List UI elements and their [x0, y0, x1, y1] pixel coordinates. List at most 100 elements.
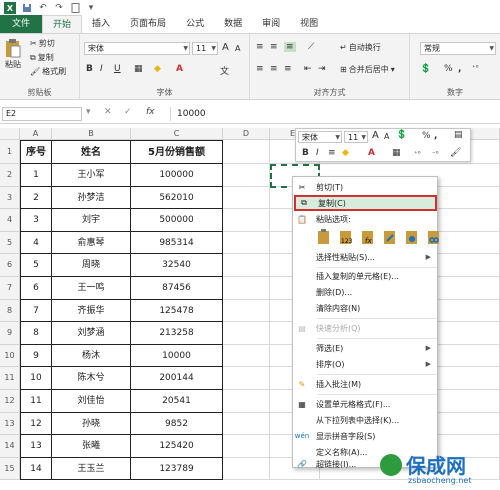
- table-cell[interactable]: 200144: [131, 367, 223, 390]
- tab-home[interactable]: 开始: [42, 15, 83, 33]
- cancel-icon[interactable]: ✕: [104, 107, 112, 117]
- mini-format-painter-icon[interactable]: 🖌: [450, 148, 461, 158]
- menu-item-filter[interactable]: 筛选(E) ▶: [294, 340, 437, 356]
- mini-shrink-font-icon[interactable]: A: [384, 132, 389, 141]
- table-cell[interactable]: 王一鸣: [52, 277, 131, 300]
- header-cell[interactable]: 姓名: [52, 140, 131, 164]
- table-cell[interactable]: 12: [20, 412, 52, 436]
- row-header[interactable]: 11: [0, 367, 20, 390]
- table-cell[interactable]: 10000: [131, 344, 223, 368]
- table-cell[interactable]: 王玉兰: [52, 457, 131, 481]
- tab-formulas[interactable]: 公式: [176, 15, 214, 33]
- column-header[interactable]: A: [20, 128, 52, 140]
- table-cell[interactable]: 14: [20, 457, 52, 481]
- column-header[interactable]: D: [223, 128, 270, 140]
- column-header[interactable]: C: [131, 128, 223, 140]
- tab-view[interactable]: 视图: [290, 15, 328, 33]
- mini-size-combo[interactable]: 11 ▼: [344, 131, 368, 143]
- table-cell[interactable]: 213258: [131, 322, 223, 345]
- align-left-icon[interactable]: ≡: [256, 64, 264, 74]
- percent-button[interactable]: %: [444, 64, 453, 74]
- empty-cell[interactable]: [223, 164, 270, 187]
- menu-item-copy[interactable]: ⧉ 复制(C): [294, 195, 437, 211]
- menu-item-paste-special[interactable]: 选择性粘贴(S)... ▶: [294, 249, 437, 265]
- table-cell[interactable]: 562010: [131, 186, 223, 210]
- table-cell[interactable]: 500000: [131, 209, 223, 232]
- save-icon[interactable]: [22, 3, 32, 13]
- empty-cell[interactable]: [223, 186, 270, 210]
- mini-align-icon[interactable]: ≡: [328, 148, 336, 158]
- insert-function-icon[interactable]: fx: [146, 107, 155, 117]
- table-cell[interactable]: 87456: [131, 277, 223, 300]
- row-header[interactable]: 5: [0, 231, 20, 255]
- orientation-icon[interactable]: ⟋: [308, 42, 314, 52]
- align-bottom-icon[interactable]: ≡: [284, 42, 296, 52]
- row-header[interactable]: 14: [0, 435, 20, 458]
- comma-button[interactable]: ,: [458, 64, 461, 74]
- align-top-icon[interactable]: ≡: [256, 42, 264, 52]
- increase-indent-icon[interactable]: ⇥: [318, 64, 326, 74]
- table-cell[interactable]: 985314: [131, 231, 223, 255]
- table-cell[interactable]: 刘梦涵: [52, 322, 131, 345]
- paste-values-icon[interactable]: 123: [337, 227, 355, 247]
- empty-cell[interactable]: [223, 367, 270, 390]
- row-header[interactable]: 13: [0, 412, 20, 436]
- table-cell[interactable]: 125478: [131, 299, 223, 323]
- row-header[interactable]: 7: [0, 277, 20, 300]
- table-cell[interactable]: 陈木兮: [52, 367, 131, 390]
- row-header[interactable]: 4: [0, 209, 20, 232]
- table-cell[interactable]: 张曦: [52, 435, 131, 458]
- empty-cell[interactable]: [223, 322, 270, 345]
- decrease-indent-icon[interactable]: ⇤: [304, 64, 312, 74]
- row-header[interactable]: 3: [0, 186, 20, 210]
- mini-fill-color-icon[interactable]: ◆: [342, 148, 349, 158]
- undo-icon[interactable]: ↶: [38, 3, 48, 13]
- table-cell[interactable]: 刘宇: [52, 209, 131, 232]
- table-cell[interactable]: 10: [20, 367, 52, 390]
- select-all-corner[interactable]: [0, 128, 20, 140]
- table-cell[interactable]: 孙晓: [52, 412, 131, 436]
- table-cell[interactable]: 20541: [131, 390, 223, 413]
- table-cell[interactable]: 杨沐: [52, 344, 131, 368]
- bold-button[interactable]: B: [86, 64, 93, 74]
- row-header[interactable]: 1: [0, 140, 20, 164]
- empty-cell[interactable]: [223, 299, 270, 323]
- empty-cell[interactable]: [223, 435, 270, 458]
- align-middle-icon[interactable]: ≡: [270, 42, 278, 52]
- merge-center-button[interactable]: ⊞ 合并后居中 ▾: [340, 64, 395, 75]
- table-cell[interactable]: 王小军: [52, 164, 131, 187]
- empty-cell[interactable]: [223, 344, 270, 368]
- table-cell[interactable]: 13: [20, 435, 52, 458]
- cut-button[interactable]: ✂ 剪切: [30, 38, 55, 49]
- empty-cell[interactable]: [223, 277, 270, 300]
- table-cell[interactable]: 123789: [131, 457, 223, 481]
- number-format-combo[interactable]: 常规 ▼: [420, 42, 496, 55]
- name-box[interactable]: E2: [2, 107, 82, 121]
- mini-italic-button[interactable]: I: [316, 148, 319, 158]
- menu-item-phonetic[interactable]: wén 显示拼音字段(S): [294, 428, 437, 444]
- empty-cell[interactable]: [223, 231, 270, 255]
- table-cell[interactable]: 32540: [131, 254, 223, 277]
- table-cell[interactable]: 周晓: [52, 254, 131, 277]
- empty-cell[interactable]: [223, 209, 270, 232]
- table-cell[interactable]: 俞惠琴: [52, 231, 131, 255]
- paste-formulas-icon[interactable]: fx: [359, 227, 377, 247]
- name-box-dropdown-icon[interactable]: ▾: [86, 107, 91, 117]
- table-cell[interactable]: 6: [20, 277, 52, 300]
- mini-percent-button[interactable]: %: [422, 131, 431, 141]
- tab-page-layout[interactable]: 页面布局: [120, 15, 176, 33]
- table-cell[interactable]: 100000: [131, 164, 223, 187]
- row-header[interactable]: 15: [0, 457, 20, 481]
- table-cell[interactable]: 8: [20, 322, 52, 345]
- mini-bold-button[interactable]: B: [302, 148, 309, 158]
- mini-font-combo[interactable]: 宋体 ▼: [298, 131, 342, 143]
- align-center-icon[interactable]: ≡: [270, 64, 278, 74]
- format-painter-button[interactable]: 🖌 格式刷: [30, 66, 66, 77]
- empty-cell[interactable]: [223, 140, 270, 164]
- menu-item-pick-list[interactable]: 从下拉列表中选择(K)...: [294, 412, 437, 428]
- row-header[interactable]: 2: [0, 164, 20, 187]
- table-cell[interactable]: 2: [20, 186, 52, 210]
- table-cell[interactable]: 7: [20, 299, 52, 323]
- empty-cell[interactable]: [223, 254, 270, 277]
- new-file-icon[interactable]: [70, 3, 80, 13]
